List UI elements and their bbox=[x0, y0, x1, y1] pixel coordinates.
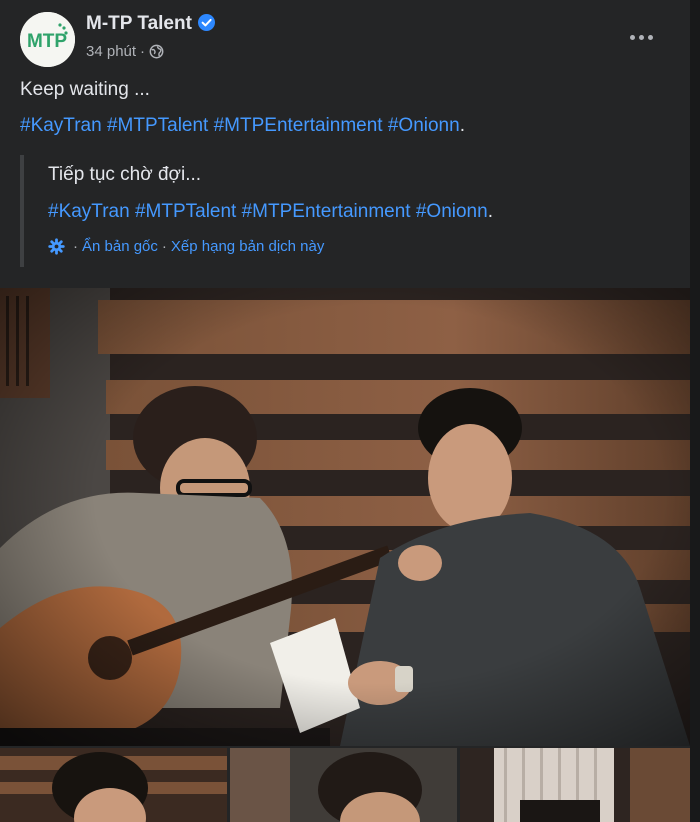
hashtags-end: . bbox=[459, 115, 465, 136]
post-timestamp[interactable]: 34 phút bbox=[86, 43, 136, 60]
page-name-link[interactable]: M-TP Talent bbox=[86, 13, 215, 35]
photo-thumbnail[interactable] bbox=[230, 748, 457, 822]
hashtags-end: . bbox=[487, 201, 493, 222]
translated-hashtags: #KayTran #MTPTalent #MTPEntertainment #O… bbox=[48, 201, 493, 223]
separator: · bbox=[73, 238, 78, 255]
hashtag-link[interactable]: #KayTran bbox=[48, 201, 130, 222]
hashtag-link[interactable]: #Onionn bbox=[416, 201, 488, 222]
photo-thumbnail[interactable] bbox=[460, 748, 690, 822]
meta-separator: · bbox=[140, 43, 146, 60]
hashtag-link[interactable]: #Onionn bbox=[388, 115, 460, 136]
verified-badge-icon bbox=[197, 14, 215, 31]
globe-icon[interactable] bbox=[149, 44, 164, 59]
translated-caption: Tiếp tục chờ đợi... bbox=[48, 164, 202, 185]
hashtag-link[interactable]: #MTPTalent bbox=[107, 115, 208, 136]
main-photo[interactable] bbox=[0, 288, 690, 746]
svg-text:MTP: MTP bbox=[27, 31, 67, 52]
translation-block: Tiếp tục chờ đợi... #KayTran #MTPTalent … bbox=[20, 155, 493, 267]
mtp-logo-icon: MTP bbox=[20, 12, 75, 67]
post-meta: 34 phút · bbox=[86, 43, 164, 60]
hashtag-link[interactable]: #KayTran bbox=[20, 115, 102, 136]
post-caption: Keep waiting ... bbox=[20, 79, 150, 100]
more-options-icon[interactable] bbox=[624, 22, 658, 52]
page-avatar[interactable]: MTP bbox=[20, 12, 75, 67]
gear-icon[interactable] bbox=[48, 238, 69, 255]
hashtag-link[interactable]: #MTPTalent bbox=[135, 201, 236, 222]
hashtag-link[interactable]: #MTPEntertainment bbox=[242, 201, 411, 222]
hide-original-link[interactable]: Ẩn bản gốc bbox=[82, 238, 158, 255]
page-name[interactable]: M-TP Talent bbox=[86, 13, 192, 34]
rate-translation-link[interactable]: Xếp hạng bản dịch này bbox=[171, 238, 324, 255]
post-hashtags: #KayTran #MTPTalent #MTPEntertainment #O… bbox=[20, 115, 465, 137]
photo-thumbnail[interactable] bbox=[0, 748, 227, 822]
photo-thumbnails bbox=[0, 748, 690, 822]
page-scrollbar[interactable] bbox=[690, 0, 700, 822]
feed-post: MTP M-TP Talent 34 phút · Keep waiting .… bbox=[0, 0, 690, 822]
translation-actions: · Ẩn bản gốc · Xếp hạng bản dịch này bbox=[48, 238, 324, 255]
separator: · bbox=[161, 238, 167, 255]
hashtag-link[interactable]: #MTPEntertainment bbox=[214, 115, 383, 136]
